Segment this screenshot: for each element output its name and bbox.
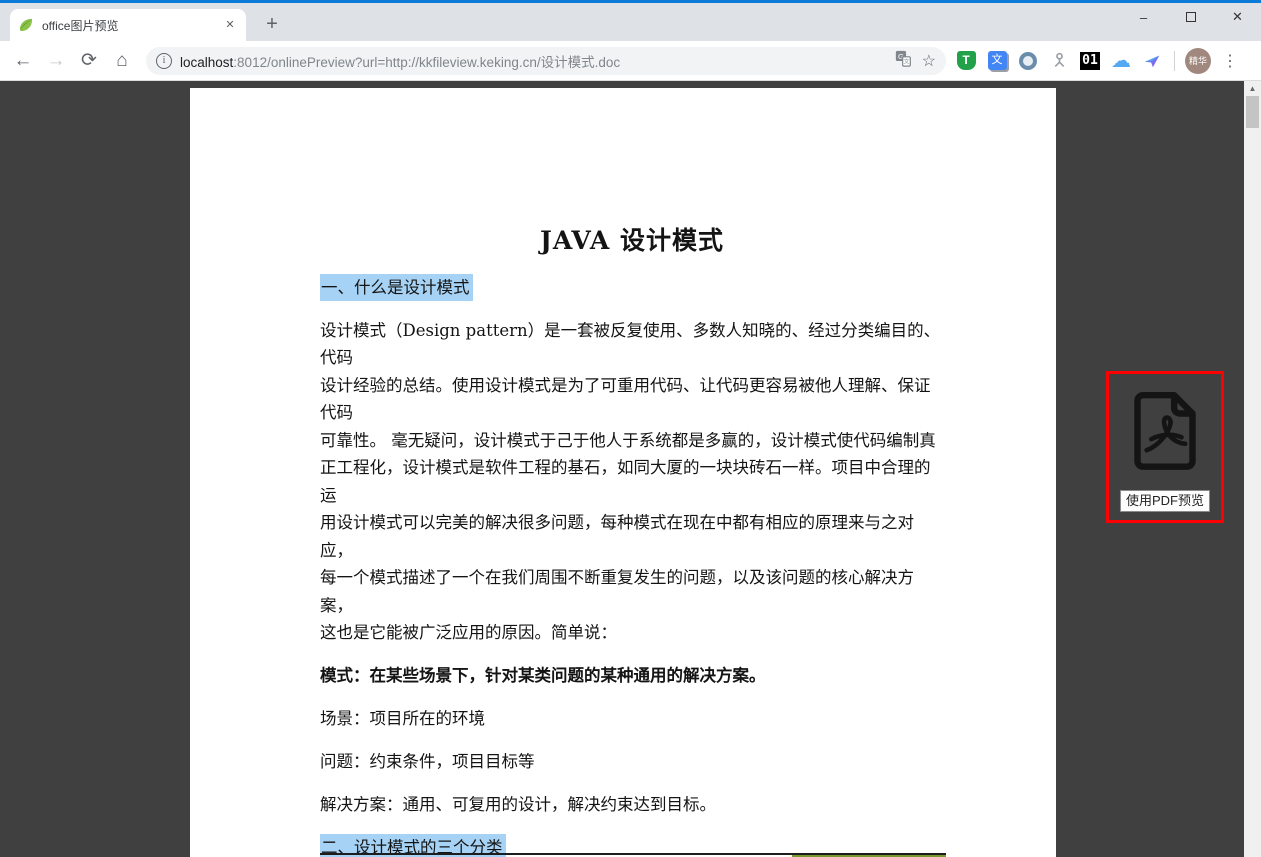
home-icon[interactable]: ⌂ <box>107 46 137 76</box>
doc-block-line: 这也是它能被广泛应用的原因。简单说： <box>320 619 944 647</box>
profile-avatar[interactable]: 精华 <box>1185 48 1211 74</box>
doc-block-normal: 问题：约束条件，项目目标等 <box>320 748 944 776</box>
document-inner: JAVA 设计模式 一、什么是设计模式设计模式（Design pattern）是… <box>190 88 1056 857</box>
01-badge-extension-icon[interactable]: 01 <box>1080 52 1100 70</box>
document-title: JAVA 设计模式 <box>320 224 944 258</box>
forward-icon: → <box>41 46 71 76</box>
url-bar[interactable]: i localhost:8012/onlinePreview?url=http:… <box>146 47 946 75</box>
pdf-preview-button[interactable]: 使用PDF预览 <box>1106 371 1224 523</box>
pdf-preview-label: 使用PDF预览 <box>1120 490 1210 512</box>
browser-window: office图片预览 ✕ + – ✕ ← → ⟳ ⌂ i localhost:8… <box>0 0 1261 857</box>
browser-menu-icon[interactable]: ⋮ <box>1221 51 1239 71</box>
document-body: 一、什么是设计模式设计模式（Design pattern）是一套被反复使用、多数… <box>320 274 944 857</box>
toolbar-separator <box>1174 51 1175 71</box>
url-text[interactable]: localhost:8012/onlinePreview?url=http://… <box>180 51 885 71</box>
back-icon[interactable]: ← <box>8 46 38 76</box>
tampermonkey-shield-icon[interactable]: T <box>957 51 976 70</box>
doc-block-bold: 模式：在某些场景下，针对某类问题的某种通用的解决方案。 <box>320 662 944 690</box>
close-button[interactable]: ✕ <box>1214 0 1261 34</box>
document-page: JAVA 设计模式 一、什么是设计模式设计模式（Design pattern）是… <box>190 88 1056 857</box>
url-host: localhost <box>180 55 233 70</box>
page-info-icon[interactable]: i <box>156 53 172 69</box>
doc-block-line: 设计模式（Design pattern）是一套被反复使用、多数人知晓的、经过分类… <box>320 317 944 372</box>
cloud-extension-icon[interactable]: ☁ <box>1111 51 1131 71</box>
translate-page-icon[interactable]: G 文 <box>895 50 912 72</box>
doc-block-heading: 一、什么是设计模式 <box>320 274 473 302</box>
svg-text:文: 文 <box>903 57 909 65</box>
spring-leaf-icon <box>18 17 34 33</box>
tab-strip: office图片预览 ✕ + – ✕ <box>0 3 1261 41</box>
tab-close-icon[interactable]: ✕ <box>222 17 238 33</box>
scrollbar[interactable]: ▲ <box>1244 81 1261 857</box>
browser-toolbar: ← → ⟳ ⌂ i localhost:8012/onlinePreview?u… <box>0 41 1261 81</box>
maximize-button[interactable] <box>1167 0 1214 34</box>
doc-block-line: 可靠性。 毫无疑问，设计模式于己于他人于系统都是多赢的，设计模式使代码编制真 <box>320 427 944 455</box>
new-tab-button[interactable]: + <box>258 11 286 39</box>
tab-title: office图片预览 <box>42 17 222 34</box>
url-path: :8012/onlinePreview?url=http://kkfilevie… <box>233 55 620 70</box>
doc-block-normal: 场景：项目所在的环境 <box>320 705 944 733</box>
bookmark-star-icon[interactable]: ☆ <box>922 51 936 71</box>
doc-block-line: 设计经验的总结。使用设计模式是为了可重用代码、让代码更容易被他人理解、保证代码 <box>320 372 944 427</box>
pdf-file-icon <box>1121 386 1209 479</box>
doc-block-normal: 解决方案：通用、可复用的设计，解决约束达到目标。 <box>320 791 944 819</box>
extensions-area: T 文 01 ☁ <box>956 51 1162 71</box>
bird-extension-icon[interactable] <box>1142 51 1162 71</box>
scrollbar-thumb[interactable] <box>1246 96 1259 128</box>
reload-icon[interactable]: ⟳ <box>74 46 104 76</box>
google-translate-extension-icon[interactable]: 文 <box>988 51 1007 70</box>
minimize-button[interactable]: – <box>1120 0 1167 34</box>
doc-block-line: 用设计模式可以完美的解决很多问题，每种模式在现在中都有相应的原理来与之对应， <box>320 509 944 564</box>
maximize-icon <box>1186 12 1196 22</box>
doc-block-line: 每一个模式描述了一个在我们周围不断重复发生的问题，以及该问题的核心解决方案， <box>320 564 944 619</box>
sitemap-extension-icon[interactable] <box>1049 51 1069 71</box>
page-content: JAVA 设计模式 一、什么是设计模式设计模式（Design pattern）是… <box>0 81 1261 857</box>
doc-block-line: 正工程化，设计模式是软件工程的基石，如同大厦的一块块砖石一样。项目中合理的运 <box>320 454 944 509</box>
window-controls: – ✕ <box>1120 0 1261 34</box>
swirl-circle-extension-icon[interactable] <box>1019 52 1037 70</box>
scroll-up-icon[interactable]: ▲ <box>1244 81 1261 97</box>
browser-tab[interactable]: office图片预览 ✕ <box>10 9 246 41</box>
